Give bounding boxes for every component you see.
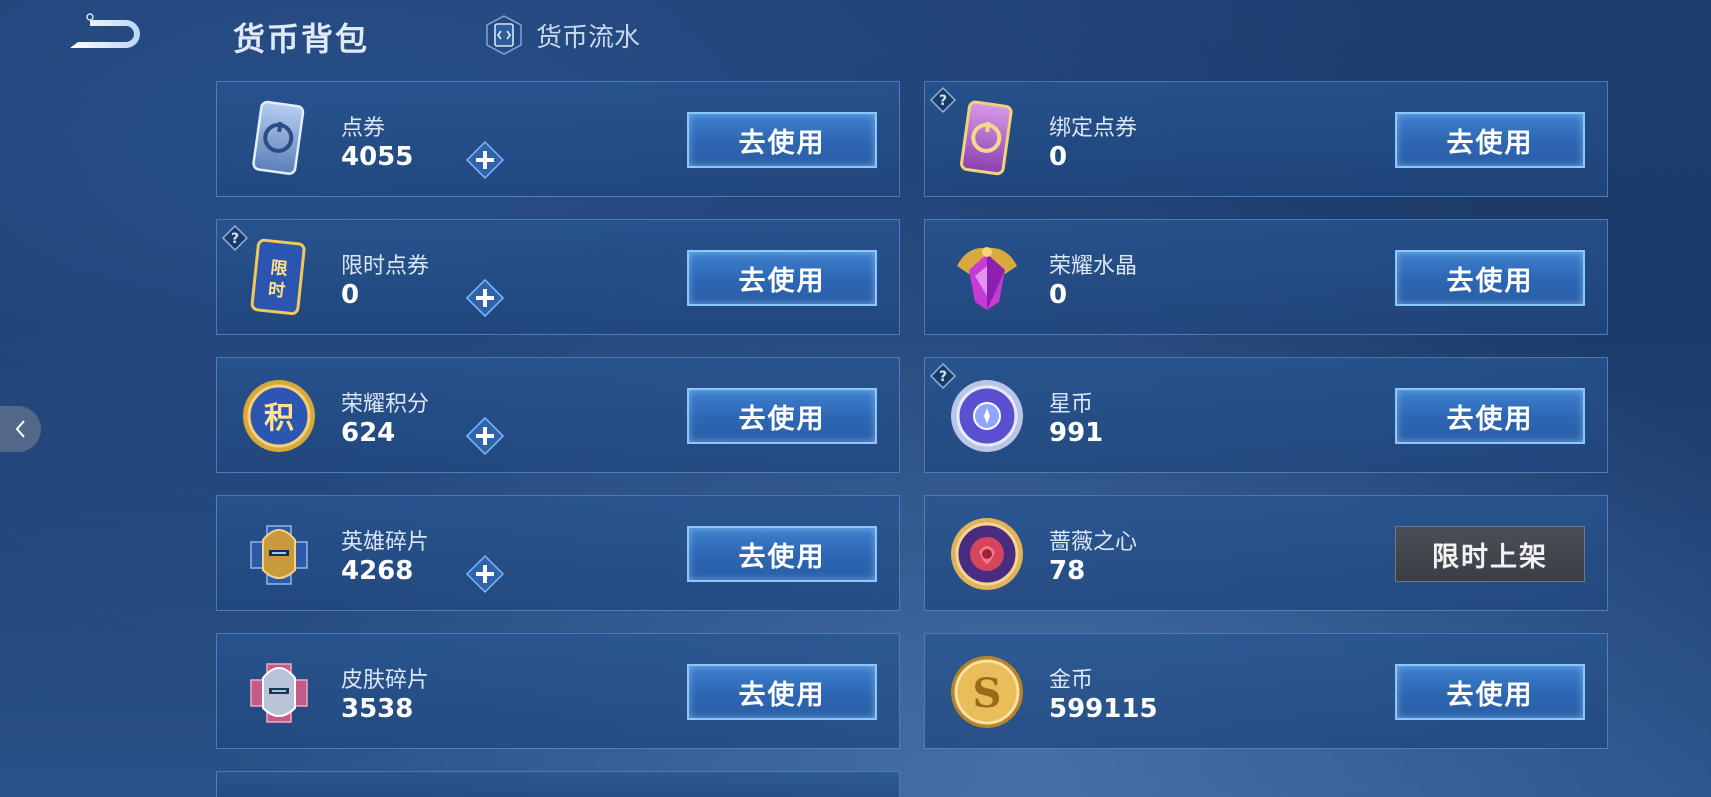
currency-amount: 0 (1049, 280, 1068, 310)
limited-coupon-icon: 限时 (237, 236, 321, 320)
gold-coin-icon: S (945, 650, 1029, 734)
currency-name: 限时点券 (341, 254, 430, 279)
ledger-icon (486, 15, 522, 55)
use-button[interactable]: 去使用 (1395, 388, 1585, 444)
svg-text:限: 限 (269, 258, 288, 280)
hero-fragment-icon (237, 512, 321, 596)
currency-card: 蔷薇之心 78 限时上架 (465, 495, 1608, 611)
add-currency-button[interactable] (465, 140, 505, 180)
coupon-blue-icon (237, 98, 321, 182)
add-currency-button[interactable] (465, 416, 505, 456)
currency-name: 点券 (341, 116, 386, 141)
use-button[interactable]: 去使用 (1395, 250, 1585, 306)
svg-text:S: S (973, 670, 1002, 717)
currency-amount: 4268 (341, 556, 414, 586)
coupon-purple-icon (945, 98, 1029, 182)
currency-amount: 0 (341, 280, 360, 310)
currency-name: 荣耀水晶 (1049, 254, 1138, 279)
glory-points-icon: 积 (237, 374, 321, 458)
currency-amount: 4055 (341, 142, 414, 172)
use-button[interactable]: 去使用 (687, 250, 877, 306)
currency-amount: 78 (1049, 556, 1086, 586)
glory-crystal-icon (945, 236, 1029, 320)
currency-amount: 0 (1049, 142, 1068, 172)
use-button[interactable]: 去使用 (1395, 664, 1585, 720)
svg-text:积: 积 (264, 401, 294, 436)
currency-card: ? 绑定点券 0 去使用 (924, 81, 1608, 197)
currency-card: 皮肤碎片 3538 去使用 (216, 633, 900, 749)
currency-name: 金币 (1049, 668, 1094, 693)
currency-card: 英雄碎片 4268 去使用 (216, 495, 900, 611)
use-button[interactable]: 去使用 (687, 388, 877, 444)
add-currency-button[interactable] (465, 278, 505, 318)
rose-heart-icon (945, 512, 1029, 596)
add-currency-button[interactable] (465, 554, 505, 594)
limited-listing-button[interactable]: 限时上架 (1395, 526, 1585, 582)
currency-name: 荣耀积分 (341, 392, 430, 417)
currency-card: S 金币 599115 去使用 (924, 633, 1608, 749)
page-title: 货币背包 (233, 20, 370, 58)
plus-icon (465, 278, 505, 318)
currency-card-partial (216, 771, 900, 797)
currency-name: 皮肤碎片 (341, 668, 430, 693)
back-button[interactable] (64, 12, 146, 54)
currency-name: 蔷薇之心 (1049, 530, 1138, 555)
currency-amount: 991 (1049, 418, 1104, 448)
use-button[interactable]: 去使用 (1395, 112, 1585, 168)
use-button[interactable]: 去使用 (687, 526, 877, 582)
currency-name: 星币 (1049, 392, 1094, 417)
plus-icon (465, 554, 505, 594)
currency-card: 荣耀水晶 0 去使用 (465, 219, 1608, 335)
currency-card: ? 星币 991 去使用 (465, 357, 1608, 473)
chevron-left-icon (15, 420, 25, 438)
currency-amount: 3538 (341, 694, 414, 724)
currency-amount: 599115 (1049, 694, 1158, 724)
plus-icon (465, 416, 505, 456)
currency-card: ? 限时限时点券 0 去使用 (216, 219, 900, 335)
back-arrow-icon (70, 13, 140, 48)
currency-card: 点券 4055 去使用 (216, 81, 900, 197)
currency-flow-link[interactable]: 货币流水 (484, 14, 640, 56)
use-button[interactable]: 去使用 (687, 664, 877, 720)
currency-flow-label: 货币流水 (536, 22, 641, 53)
use-button[interactable]: 去使用 (687, 112, 877, 168)
currency-card: 积 荣耀积分 624 去使用 (216, 357, 900, 473)
currency-name: 英雄碎片 (341, 530, 430, 555)
skin-fragment-icon (237, 650, 321, 734)
svg-text:时: 时 (267, 280, 286, 302)
plus-icon (465, 140, 505, 180)
currency-name: 绑定点券 (1049, 116, 1138, 141)
side-expand-button[interactable] (0, 406, 41, 452)
currency-amount: 624 (341, 418, 396, 448)
star-coin-icon (945, 374, 1029, 458)
